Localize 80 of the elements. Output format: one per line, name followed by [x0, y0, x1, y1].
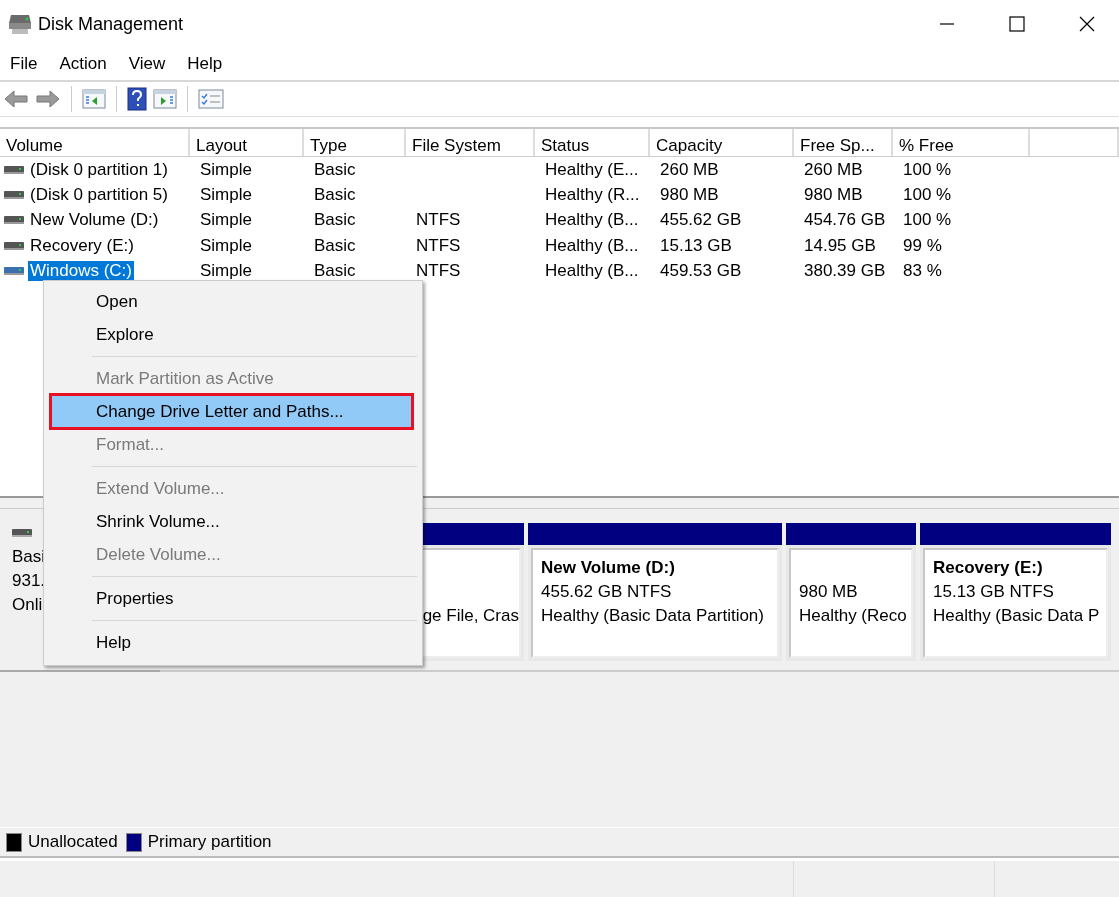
drive-icon [4, 189, 24, 200]
partition-text: 980 MB [799, 581, 859, 603]
table-cell-text: Healthy (B... [544, 260, 640, 281]
table-cell-text: NTFS [415, 235, 462, 256]
partition-text: Healthy (Basic Data P [933, 605, 1101, 627]
menu-item[interactable]: Help [177, 54, 233, 74]
table-cell-text: 100 % [902, 184, 953, 205]
partition-block[interactable]: 980 MB Healthy (Reco [786, 523, 916, 661]
menu-item[interactable]: Action [49, 54, 117, 74]
menu-item[interactable]: Help [44, 626, 412, 659]
table-cell-text: Simple [199, 184, 253, 205]
partition-text: 455.62 GB NTFS [541, 581, 673, 603]
window-title: Disk Management [38, 13, 184, 35]
partition-block[interactable]: Recovery (E:) 15.13 GB NTFS Healthy (Basic Data P [920, 523, 1111, 661]
disk-drive-icon [8, 13, 32, 35]
table-cell-text: Healthy (R... [544, 184, 641, 205]
back-arrow-icon[interactable] [3, 88, 29, 110]
partition-text: Healthy (Basic Data Partition) [541, 605, 765, 627]
table-cell-text: 83 % [902, 260, 943, 281]
partition-text: ge File, Cras [422, 605, 519, 627]
table-cell-text: 260 MB [803, 159, 864, 180]
partition-name: Recovery (E:) [933, 557, 1044, 579]
table-cell-text: Healthy (B... [544, 235, 640, 256]
action-pane-icon[interactable] [153, 88, 177, 110]
table-cell-text: 454.76 GB [803, 210, 887, 231]
table-cell-text: 15.13 GB [659, 235, 733, 256]
disk-info-text: Onli [12, 594, 43, 616]
menu-item[interactable]: Shrink Volume... [44, 505, 412, 538]
partition-text: Healthy (Reco [799, 605, 908, 627]
drive-icon [4, 240, 24, 251]
table-cell-text: NTFS [415, 260, 462, 281]
table-cell-text: Simple [199, 159, 253, 180]
volume-name[interactable]: Recovery (E:) [28, 235, 136, 256]
menu-item[interactable]: Open [44, 285, 412, 318]
table-cell-text: 260 MB [659, 159, 720, 180]
partition-name: New Volume (D:) [541, 557, 676, 579]
properties-icon[interactable] [198, 88, 224, 110]
legend-label: Unallocated [28, 832, 118, 852]
table-cell-text: Basic [313, 159, 357, 180]
table-cell-text: Simple [199, 235, 253, 256]
drive-icon [4, 215, 24, 226]
disk-info-text: 931. [12, 570, 46, 592]
maximize-icon[interactable] [1009, 16, 1025, 32]
menu-item[interactable]: File [0, 54, 48, 74]
volume-name[interactable]: New Volume (D:) [28, 210, 161, 231]
table-cell-text: Simple [199, 260, 253, 281]
table-cell-text: 380.39 GB [803, 260, 887, 281]
menu-item[interactable]: Properties [44, 582, 412, 615]
table-cell-text: 99 % [902, 235, 943, 256]
forward-arrow-icon[interactable] [35, 88, 61, 110]
table-cell-text: Healthy (B... [544, 210, 640, 231]
menu-item[interactable]: View [118, 54, 176, 74]
partition-text: 15.13 GB NTFS [933, 581, 1055, 603]
table-cell-text: 100 % [902, 159, 953, 180]
table-cell-text: Basic [313, 210, 357, 231]
table-cell-text: Basic [313, 184, 357, 205]
table-cell-text: Simple [199, 210, 253, 231]
table-cell-text: NTFS [415, 210, 462, 231]
table-cell-text: Basic [313, 235, 357, 256]
menu-item[interactable]: Change Drive Letter and Paths... [51, 395, 412, 428]
legend-label: Primary partition [147, 832, 272, 852]
drive-icon [12, 527, 32, 539]
table-cell-text: 459.53 GB [659, 260, 743, 281]
table-cell-text: 980 MB [803, 184, 864, 205]
volume-name[interactable]: (Disk 0 partition 1) [28, 159, 170, 180]
volume-name[interactable]: (Disk 0 partition 5) [28, 184, 170, 205]
volume-name[interactable]: Windows (C:) [28, 260, 134, 281]
menu-item[interactable]: Explore [44, 318, 412, 351]
partition-block[interactable]: New Volume (D:) 455.62 GB NTFS Healthy (Basic Data Partition) [528, 523, 782, 661]
table-cell-text: 100 % [902, 210, 953, 231]
table-cell-text: Healthy (E... [544, 159, 640, 180]
drive-icon [4, 164, 24, 175]
table-cell-text: 455.62 GB [659, 210, 743, 231]
table-cell-text: 980 MB [659, 184, 720, 205]
help-icon[interactable] [127, 87, 147, 111]
close-icon[interactable] [1079, 16, 1095, 32]
console-tree-icon[interactable] [82, 88, 106, 110]
table-cell-text: Basic [313, 260, 357, 281]
drive-icon [4, 265, 24, 276]
table-cell-text: 14.95 GB [803, 235, 877, 256]
